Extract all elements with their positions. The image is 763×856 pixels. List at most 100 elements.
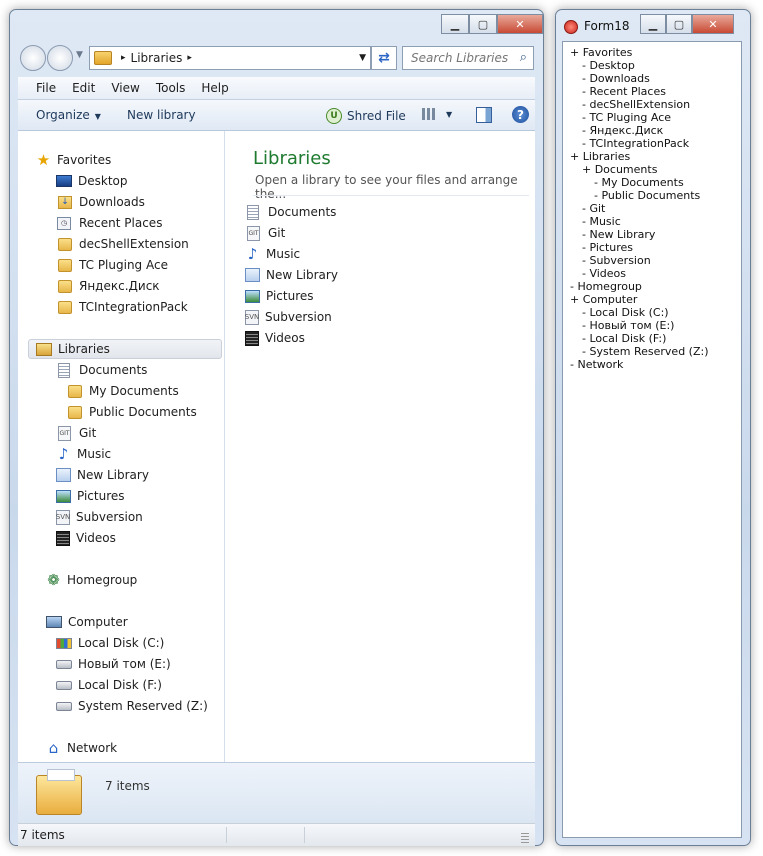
nav-computer[interactable]: Computer bbox=[46, 612, 128, 632]
breadcrumb-separator[interactable]: ▸ bbox=[187, 53, 192, 63]
tree-node[interactable]: - New Library bbox=[582, 228, 655, 241]
nav-computer-label: Computer bbox=[68, 615, 128, 629]
nav-network[interactable]: ⌂ Network bbox=[46, 738, 117, 758]
library-item-new-library[interactable]: New Library bbox=[245, 265, 338, 285]
nav-item-drive-e[interactable]: Новый том (E:) bbox=[56, 654, 171, 674]
nav-item-pictures[interactable]: Pictures bbox=[56, 486, 125, 506]
tree-node[interactable]: - Videos bbox=[582, 267, 626, 280]
preview-pane-icon[interactable] bbox=[476, 107, 492, 123]
close-button[interactable]: ✕ bbox=[497, 14, 543, 34]
maximize-button[interactable]: ▢ bbox=[666, 14, 692, 34]
status-bar: 7 items bbox=[18, 823, 535, 846]
nav-libraries[interactable]: Libraries bbox=[28, 339, 222, 359]
minimize-button[interactable]: ▁ bbox=[441, 14, 469, 34]
nav-item-label: Pictures bbox=[77, 489, 125, 503]
nav-item-drive-c[interactable]: Local Disk (C:) bbox=[56, 633, 164, 653]
nav-item-label: TC Pluging Ace bbox=[79, 258, 168, 272]
tree-node[interactable]: - Homegroup bbox=[570, 280, 642, 293]
tree-node[interactable]: - Local Disk (C:) bbox=[582, 306, 669, 319]
nav-item-videos[interactable]: Videos bbox=[56, 528, 116, 548]
tree-node[interactable]: - decShellExtension bbox=[582, 98, 690, 111]
maximize-button[interactable]: ▢ bbox=[469, 14, 497, 34]
library-item-videos[interactable]: Videos bbox=[245, 328, 305, 348]
new-library-button[interactable]: New library bbox=[127, 108, 196, 122]
tree-node[interactable]: - Recent Places bbox=[582, 85, 666, 98]
menu-view[interactable]: View bbox=[103, 81, 147, 95]
recent-pages-dropdown-icon[interactable]: ▼ bbox=[76, 50, 83, 60]
help-icon[interactable]: ? bbox=[512, 106, 529, 123]
tree-node[interactable]: - Public Documents bbox=[594, 189, 700, 202]
tree-node[interactable]: - Downloads bbox=[582, 72, 650, 85]
status-divider bbox=[304, 827, 305, 843]
refresh-button[interactable]: ⇄ bbox=[371, 46, 397, 70]
content-pane: Libraries Open a library to see your fil… bbox=[225, 131, 535, 762]
shred-file-button[interactable]: U Shred File bbox=[326, 108, 406, 124]
nav-favorites[interactable]: ★ Favorites bbox=[36, 150, 111, 170]
nav-item-recent-places[interactable]: ◷ Recent Places bbox=[56, 213, 162, 233]
menu-help[interactable]: Help bbox=[193, 81, 236, 95]
computer-icon bbox=[46, 616, 62, 628]
nav-item-git[interactable]: GIT Git bbox=[56, 423, 96, 443]
tree-node[interactable]: + Favorites bbox=[570, 46, 632, 59]
tree-node[interactable]: - Music bbox=[582, 215, 621, 228]
view-options-dropdown-icon[interactable]: ▼ bbox=[446, 110, 452, 119]
search-box[interactable]: ⌕ bbox=[402, 46, 534, 70]
nav-item-downloads[interactable]: ↓ Downloads bbox=[56, 192, 145, 212]
documents-library-icon bbox=[58, 362, 70, 378]
nav-item-decshellextension[interactable]: decShellExtension bbox=[56, 234, 189, 254]
address-dropdown-icon[interactable]: ▼ bbox=[359, 53, 366, 63]
search-input[interactable] bbox=[409, 50, 517, 66]
tree-node[interactable]: - My Documents bbox=[594, 176, 684, 189]
menu-file[interactable]: File bbox=[18, 81, 64, 95]
tree-node[interactable]: - TC Pluging Ace bbox=[582, 111, 671, 124]
organize-label: Organize bbox=[36, 108, 90, 122]
tree-node[interactable]: - Local Disk (F:) bbox=[582, 332, 666, 345]
nav-item-desktop[interactable]: Desktop bbox=[56, 171, 128, 191]
tree-node[interactable]: - Pictures bbox=[582, 241, 633, 254]
tree-node[interactable]: - Git bbox=[582, 202, 605, 215]
menu-tools[interactable]: Tools bbox=[148, 81, 194, 95]
tree-node[interactable]: + Libraries bbox=[570, 150, 630, 163]
nav-item-public-documents[interactable]: Public Documents bbox=[66, 402, 197, 422]
nav-item-drive-f[interactable]: Local Disk (F:) bbox=[56, 675, 162, 695]
tree-node[interactable]: - TCIntegrationPack bbox=[582, 137, 689, 150]
minimize-button[interactable]: ▁ bbox=[640, 14, 666, 34]
tree-node[interactable]: - Subversion bbox=[582, 254, 651, 267]
system-drive-icon bbox=[56, 637, 72, 649]
nav-item-drive-z[interactable]: System Reserved (Z:) bbox=[56, 696, 208, 716]
back-button[interactable] bbox=[20, 45, 46, 71]
nav-item-music[interactable]: ♪ Music bbox=[56, 444, 111, 464]
resize-grip[interactable] bbox=[521, 833, 529, 843]
nav-item-yandex-disk[interactable]: Яндекс.Диск bbox=[56, 276, 160, 296]
tree-node[interactable]: - Network bbox=[570, 358, 623, 371]
tree-node[interactable]: + Computer bbox=[570, 293, 637, 306]
organize-button[interactable]: Organize ▼ bbox=[36, 108, 101, 122]
tree-node[interactable]: + Documents bbox=[582, 163, 657, 176]
tree-node[interactable]: - Desktop bbox=[582, 59, 635, 72]
close-button[interactable]: ✕ bbox=[692, 14, 734, 34]
tree-node[interactable]: - Яндекс.Диск bbox=[582, 124, 663, 137]
library-item-git[interactable]: GIT Git bbox=[245, 223, 285, 243]
nav-item-tc-pluging-ace[interactable]: TC Pluging Ace bbox=[56, 255, 168, 275]
search-icon[interactable]: ⌕ bbox=[520, 50, 527, 65]
menu-edit[interactable]: Edit bbox=[64, 81, 103, 95]
library-item-subversion[interactable]: SVN Subversion bbox=[245, 307, 332, 327]
nav-item-subversion[interactable]: SVN Subversion bbox=[56, 507, 143, 527]
tree-node[interactable]: - Новый том (E:) bbox=[582, 319, 674, 332]
library-item-music[interactable]: ♪ Music bbox=[245, 244, 300, 264]
window-title: Form18 bbox=[584, 19, 630, 33]
library-item-pictures[interactable]: Pictures bbox=[245, 286, 314, 306]
change-view-icon[interactable] bbox=[422, 108, 436, 120]
nav-item-new-library[interactable]: New Library bbox=[56, 465, 149, 485]
address-bar[interactable]: ▸ Libraries ▸ ▼ bbox=[89, 46, 371, 70]
tree-view[interactable]: + Favorites - Desktop - Downloads - Rece… bbox=[562, 41, 742, 838]
folder-icon bbox=[68, 384, 82, 398]
nav-item-tcintegrationpack[interactable]: TCIntegrationPack bbox=[56, 297, 188, 317]
nav-item-documents[interactable]: Documents bbox=[56, 360, 147, 380]
nav-homegroup[interactable]: ❁ Homegroup bbox=[46, 570, 137, 590]
breadcrumb-libraries[interactable]: Libraries bbox=[131, 51, 183, 65]
forward-button[interactable] bbox=[47, 45, 73, 71]
nav-item-my-documents[interactable]: My Documents bbox=[66, 381, 179, 401]
tree-node[interactable]: - System Reserved (Z:) bbox=[582, 345, 709, 358]
library-item-documents[interactable]: Documents bbox=[245, 202, 336, 222]
